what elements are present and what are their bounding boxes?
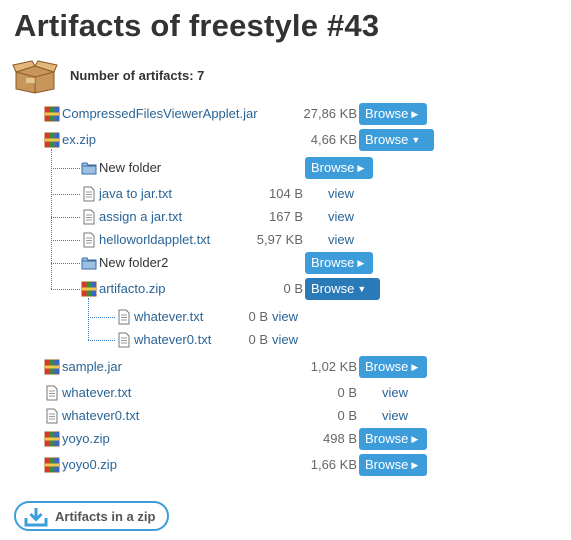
file-name[interactable]: yoyo.zip <box>62 431 110 447</box>
tree-branch <box>51 263 80 264</box>
file-name[interactable]: CompressedFilesViewerApplet.jar <box>62 106 258 122</box>
text-file-icon <box>83 186 95 202</box>
file-size: 0 B <box>283 281 303 296</box>
browse-button-label: Browse <box>365 132 409 147</box>
tree-connector <box>51 149 52 289</box>
file-size: 27,86 KB <box>303 106 358 121</box>
view-link[interactable]: view <box>328 209 354 225</box>
browse-button[interactable]: Browse ▶ <box>305 157 373 179</box>
file-size: 0 B <box>337 385 357 400</box>
browse-button-label: Browse <box>311 160 355 175</box>
file-name[interactable]: assign a jar.txt <box>99 209 182 225</box>
tree-branch <box>51 168 80 169</box>
tree-branch <box>51 240 80 241</box>
tree-branch <box>51 289 80 290</box>
file-name[interactable]: whatever.txt <box>62 385 131 401</box>
browse-button[interactable]: Browse ▶ <box>305 252 373 274</box>
file-name[interactable]: sample.jar <box>62 359 122 375</box>
file-size: 0 B <box>248 309 268 324</box>
text-file-icon <box>46 385 58 401</box>
file-size: 498 B <box>323 431 357 446</box>
text-file-icon <box>118 332 130 348</box>
browse-button[interactable]: Browse ▶ <box>359 103 427 125</box>
archive-icon <box>44 457 60 473</box>
caret-right-icon: ▶ <box>411 362 419 372</box>
archive-icon <box>44 106 60 122</box>
browse-button-label: Browse <box>365 106 409 121</box>
caret-right-icon: ▶ <box>357 163 365 173</box>
caret-right-icon: ▶ <box>357 258 365 268</box>
tree-branch <box>88 340 115 341</box>
package-box-icon <box>12 60 58 94</box>
file-size: 1,02 KB <box>310 359 357 374</box>
browse-button[interactable]: Browse ▼ <box>359 129 434 151</box>
view-link[interactable]: view <box>272 309 298 325</box>
download-all-button[interactable]: Artifacts in a zip <box>14 501 169 531</box>
file-name[interactable]: artifacto.zip <box>99 281 165 297</box>
view-link[interactable]: view <box>382 385 408 401</box>
download-all-label: Artifacts in a zip <box>55 509 156 524</box>
page-title: Artifacts of freestyle #43 <box>14 8 380 43</box>
file-name: New folder <box>99 160 162 175</box>
view-link[interactable]: view <box>272 332 298 348</box>
file-name[interactable]: whatever.txt <box>134 309 203 325</box>
caret-right-icon: ▶ <box>411 434 419 444</box>
browse-button[interactable]: Browse ▶ <box>359 428 427 450</box>
file-name[interactable]: whatever0.txt <box>134 332 211 348</box>
file-name[interactable]: helloworldapplet.txt <box>99 232 210 248</box>
file-name: New folder2 <box>99 255 169 270</box>
view-link[interactable]: view <box>328 186 354 202</box>
text-file-icon <box>83 209 95 225</box>
browse-button-label: Browse <box>365 431 409 446</box>
file-size: 4,66 KB <box>310 132 357 147</box>
caret-right-icon: ▶ <box>411 109 419 119</box>
file-size: 0 B <box>248 332 268 347</box>
file-name[interactable]: yoyo0.zip <box>62 457 117 473</box>
browse-button-label: Browse <box>311 255 355 270</box>
file-size: 104 B <box>269 186 303 201</box>
tree-branch <box>88 317 115 318</box>
text-file-icon <box>83 232 95 248</box>
tree-branch <box>51 194 80 195</box>
artifact-count-label: Number of artifacts: 7 <box>70 68 205 83</box>
caret-down-icon: ▼ <box>357 284 367 294</box>
file-size: 0 B <box>337 408 357 423</box>
download-icon <box>24 508 48 527</box>
caret-down-icon: ▼ <box>411 135 421 145</box>
browse-button-label: Browse <box>365 457 409 472</box>
file-size: 1,66 KB <box>310 457 357 472</box>
file-name[interactable]: java to jar.txt <box>99 186 172 202</box>
view-link[interactable]: view <box>382 408 408 424</box>
archive-icon <box>44 431 60 447</box>
browse-button-label: Browse <box>365 359 409 374</box>
browse-button-label: Browse <box>311 281 355 296</box>
text-file-icon <box>118 309 130 325</box>
folder-icon <box>81 257 97 270</box>
caret-right-icon: ▶ <box>411 460 419 470</box>
file-name[interactable]: whatever0.txt <box>62 408 139 424</box>
browse-button[interactable]: Browse ▶ <box>359 454 427 476</box>
folder-icon <box>81 162 97 175</box>
browse-button[interactable]: Browse ▶ <box>359 356 427 378</box>
file-name[interactable]: ex.zip <box>62 132 96 148</box>
file-size: 167 B <box>269 209 303 224</box>
view-link[interactable]: view <box>328 232 354 248</box>
browse-button[interactable]: Browse ▼ <box>305 278 380 300</box>
tree-branch <box>51 217 80 218</box>
tree-connector <box>88 298 89 340</box>
archive-icon <box>81 281 97 297</box>
file-size: 5,97 KB <box>256 232 303 247</box>
archive-icon <box>44 132 60 148</box>
archive-icon <box>44 359 60 375</box>
text-file-icon <box>46 408 58 424</box>
